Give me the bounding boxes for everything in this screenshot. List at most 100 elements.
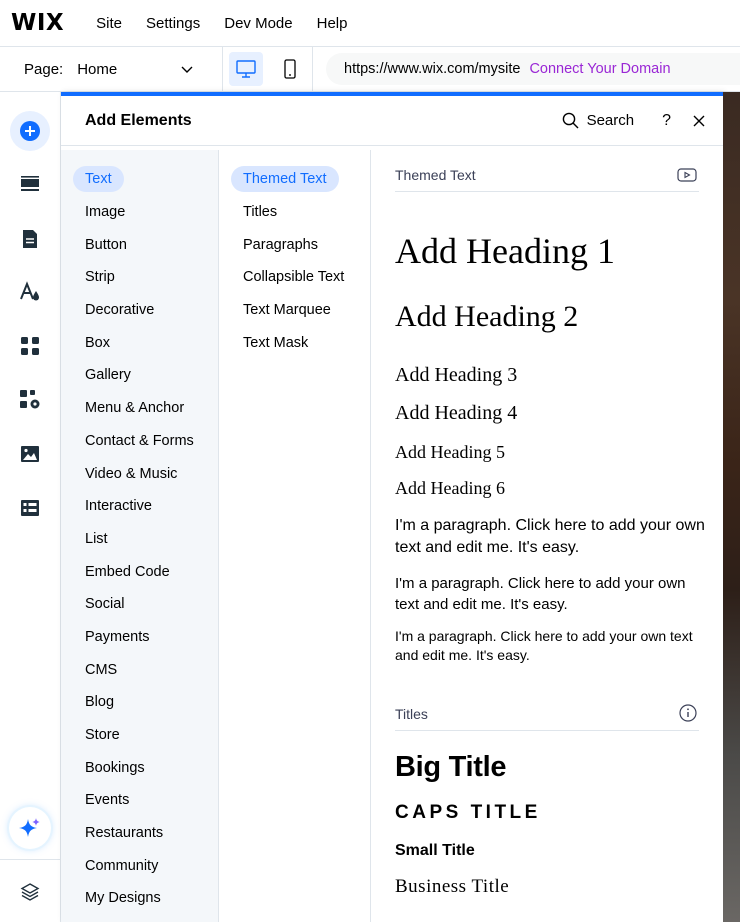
category-gallery[interactable]: Gallery [61, 359, 218, 392]
heading-6-element[interactable]: Add Heading 6 [395, 478, 723, 499]
paragraph-1-element[interactable]: I'm a paragraph. Click here to add your … [395, 515, 713, 559]
category-embed-code[interactable]: Embed Code [61, 555, 218, 588]
section-header-titles: Titles [395, 689, 699, 731]
category-social[interactable]: Social [61, 588, 218, 621]
top-bar: WIX Site Settings Dev Mode Help [0, 0, 740, 47]
category-restaurants[interactable]: Restaurants [61, 817, 218, 850]
sections-button[interactable] [10, 165, 50, 205]
pages-button[interactable] [10, 219, 50, 259]
subcategory-titles[interactable]: Titles [219, 196, 370, 229]
theme-button[interactable] [10, 272, 50, 312]
image-icon [21, 446, 39, 462]
page-icon [23, 230, 37, 248]
desktop-icon [235, 60, 256, 78]
category-text[interactable]: Text [61, 163, 218, 196]
category-menu-anchor[interactable]: Menu & Anchor [61, 392, 218, 425]
category-video-music[interactable]: Video & Music [61, 457, 218, 490]
sections-icon [21, 176, 39, 191]
menu-site[interactable]: Site [84, 15, 134, 32]
category-image[interactable]: Image [61, 196, 218, 229]
media-button[interactable] [10, 434, 50, 474]
category-decorative[interactable]: Decorative [61, 294, 218, 327]
layers-button[interactable] [10, 872, 50, 912]
add-elements-button[interactable] [10, 111, 50, 151]
subcategory-list: Themed Text Titles Paragraphs Collapsibl… [219, 150, 371, 922]
editor-subbar: Page: Home https://www.wix.com/mysite Co… [0, 46, 740, 92]
puzzle-gear-icon [20, 390, 40, 409]
left-rail [0, 92, 61, 922]
category-blog[interactable]: Blog [61, 686, 218, 719]
panel-search-button[interactable]: Search [562, 112, 635, 129]
heading-1-element[interactable]: Add Heading 1 [395, 230, 723, 272]
heading-5-element[interactable]: Add Heading 5 [395, 442, 723, 463]
panel-header: Add Elements Search ? [61, 96, 723, 146]
paragraph-2-element[interactable]: I'm a paragraph. Click here to add your … [395, 573, 699, 615]
category-bookings[interactable]: Bookings [61, 751, 218, 784]
apps-button[interactable] [10, 326, 50, 366]
menu-help[interactable]: Help [305, 15, 360, 32]
subcategory-paragraphs[interactable]: Paragraphs [219, 228, 370, 261]
caps-title-element[interactable]: CAPS TITLE [395, 802, 723, 824]
mobile-icon [283, 59, 296, 79]
desktop-view-button[interactable] [228, 52, 263, 86]
device-switcher [223, 46, 313, 92]
page-selector[interactable]: Page: Home [0, 46, 223, 92]
category-contact-forms[interactable]: Contact & Forms [61, 425, 218, 458]
elements-content: Themed Text Add Heading 1 Add Heading 2 … [371, 150, 723, 922]
category-button[interactable]: Button [61, 228, 218, 261]
category-events[interactable]: Events [61, 784, 218, 817]
ai-assistant-button[interactable] [9, 807, 51, 849]
subcategory-text-mask[interactable]: Text Mask [219, 326, 370, 359]
plus-circle-icon [20, 121, 40, 141]
mobile-view-button[interactable] [273, 52, 307, 86]
apps-grid-icon [21, 337, 39, 355]
help-button[interactable]: ? [662, 112, 671, 130]
category-list[interactable]: List [61, 523, 218, 556]
section-title-titles: Titles [395, 706, 428, 722]
paragraph-3-element[interactable]: I'm a paragraph. Click here to add your … [395, 627, 705, 665]
page-value: Home [77, 60, 118, 78]
category-list: Text Image Button Strip Decorative Box G… [61, 150, 219, 922]
category-interactive[interactable]: Interactive [61, 490, 218, 523]
category-cms[interactable]: CMS [61, 653, 218, 686]
menu-settings[interactable]: Settings [134, 15, 212, 32]
subcategory-themed-text[interactable]: Themed Text [219, 163, 370, 196]
subcategory-collapsible-text[interactable]: Collapsible Text [219, 261, 370, 294]
info-icon[interactable] [679, 704, 697, 722]
rail-divider [0, 859, 61, 860]
category-store[interactable]: Store [61, 719, 218, 752]
heading-2-element[interactable]: Add Heading 2 [395, 300, 723, 334]
site-canvas-preview[interactable] [723, 92, 740, 922]
subcategory-text-marquee[interactable]: Text Marquee [219, 294, 370, 327]
category-community[interactable]: Community [61, 849, 218, 882]
small-title-element[interactable]: Small Title [395, 842, 723, 860]
category-strip[interactable]: Strip [61, 261, 218, 294]
search-icon [562, 112, 579, 129]
theme-icon [20, 281, 39, 301]
panel-title: Add Elements [85, 111, 192, 129]
table-icon [21, 500, 39, 516]
category-box[interactable]: Box [61, 326, 218, 359]
big-title-element[interactable]: Big Title [395, 751, 723, 784]
sparkle-icon [19, 818, 40, 837]
top-menu: Site Settings Dev Mode Help [84, 15, 359, 32]
heading-4-element[interactable]: Add Heading 4 [395, 402, 723, 425]
business-apps-button[interactable] [10, 380, 50, 420]
search-label: Search [586, 112, 635, 129]
close-icon[interactable] [693, 115, 705, 127]
video-tutorial-icon[interactable] [677, 167, 697, 183]
chevron-down-icon [181, 66, 193, 73]
site-url: https://www.wix.com/mysite [344, 61, 521, 77]
site-url-bar[interactable]: https://www.wix.com/mysite Connect Your … [326, 53, 740, 85]
category-my-designs[interactable]: My Designs [61, 882, 218, 915]
heading-3-element[interactable]: Add Heading 3 [395, 364, 723, 387]
connect-domain-link[interactable]: Connect Your Domain [529, 61, 670, 77]
business-title-element[interactable]: Business Title [395, 876, 723, 898]
cms-button[interactable] [10, 488, 50, 528]
wix-logo[interactable]: WIX [11, 10, 64, 36]
category-payments[interactable]: Payments [61, 621, 218, 654]
page-label: Page: [24, 60, 64, 78]
section-title-themed-text: Themed Text [395, 167, 476, 183]
menu-dev-mode[interactable]: Dev Mode [212, 15, 304, 32]
layers-icon [20, 883, 40, 901]
